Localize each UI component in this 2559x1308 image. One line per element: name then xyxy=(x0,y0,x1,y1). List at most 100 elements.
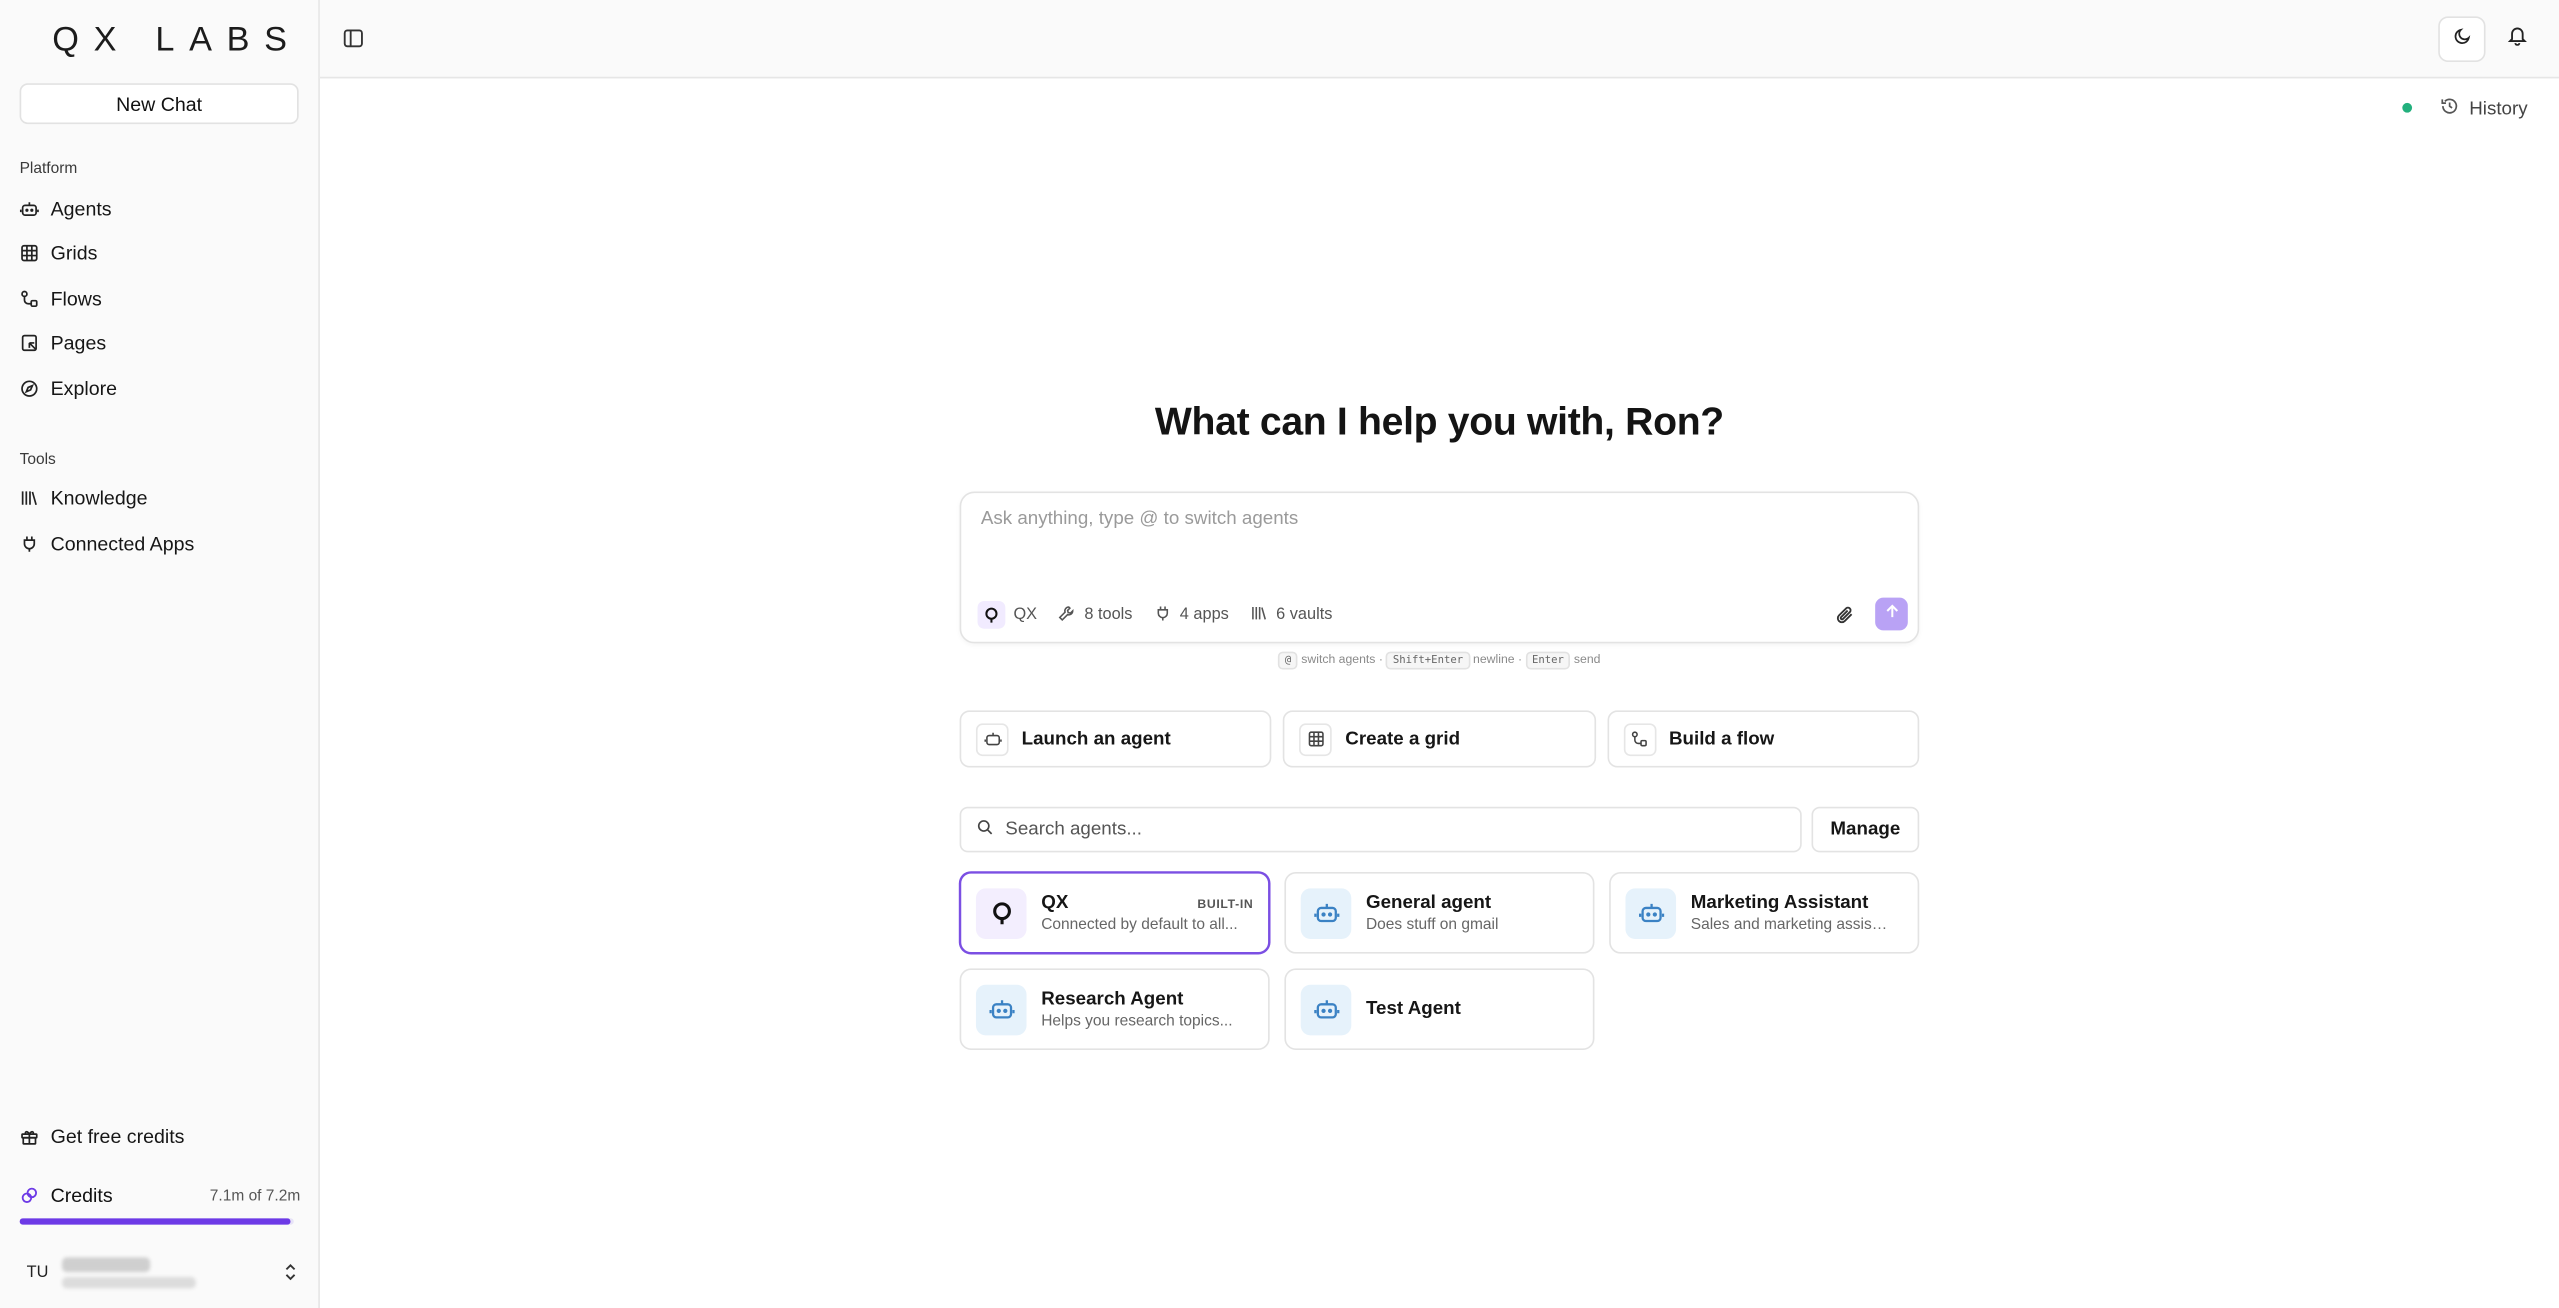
agent-name: Research Agent xyxy=(1041,988,1184,1009)
sidebar-item-label: Connected Apps xyxy=(50,532,195,556)
build-flow-button[interactable]: Build a flow xyxy=(1606,710,1920,768)
moon-icon xyxy=(2452,24,2472,53)
vaults-chip[interactable]: 6 vaults xyxy=(1250,603,1332,626)
robot-icon xyxy=(1625,887,1677,939)
chat-input[interactable] xyxy=(980,509,1797,530)
get-free-credits-label: Get free credits xyxy=(50,1125,185,1148)
apps-chip[interactable]: 4 apps xyxy=(1154,603,1229,626)
plug-icon xyxy=(1154,603,1172,626)
keyboard-hint: @ switch agents · Shift+Enter newline · … xyxy=(960,651,1920,670)
agent-name: Marketing Assistant xyxy=(1690,892,1869,913)
vaults-chip-label: 6 vaults xyxy=(1276,605,1333,624)
history-label: History xyxy=(2469,98,2528,119)
sidebar-item-knowledge[interactable]: Knowledge xyxy=(20,480,301,516)
robot-icon xyxy=(975,722,1009,756)
agent-card-marketing[interactable]: Marketing Assistant Sales and marketing … xyxy=(1609,872,1920,954)
send-button[interactable] xyxy=(1875,597,1908,631)
agent-name: General agent xyxy=(1365,892,1492,913)
credits-progress-fill xyxy=(19,1218,290,1225)
arrow-up-icon xyxy=(1883,599,1901,628)
sidebar-item-label: Pages xyxy=(50,331,107,355)
flow-icon xyxy=(20,289,40,309)
kbd-at: @ xyxy=(1278,651,1298,670)
sidebar-item-pages[interactable]: Pages xyxy=(20,325,301,361)
wrench-icon xyxy=(1058,603,1076,626)
library-icon xyxy=(20,488,40,508)
agent-description: Sales and marketing assistant xyxy=(1690,915,1890,934)
apps-chip-label: 4 apps xyxy=(1179,605,1229,624)
sidebar: QX LABS New Chat Platform Agents Grids F… xyxy=(0,0,320,1308)
page-title: What can I help you with, Ron? xyxy=(1154,400,1724,445)
get-free-credits-link[interactable]: Get free credits xyxy=(20,1119,301,1155)
sidebar-item-label: Grids xyxy=(50,241,98,265)
credits-amount: 7.1m of 7.2m xyxy=(209,1186,301,1205)
chat-composer: QX 8 tools 4 apps xyxy=(959,491,1920,644)
plug-icon xyxy=(20,534,40,554)
sidebar-item-label: Explore xyxy=(50,377,117,401)
main-area: History What can I help you with, Ron? Q… xyxy=(320,78,2559,1308)
agent-card-general[interactable]: General agent Does stuff on gmail xyxy=(1284,872,1595,954)
agent-description: Connected by default to all... xyxy=(1041,915,1238,934)
flow-icon xyxy=(1623,722,1656,756)
hint-send: send xyxy=(1573,651,1601,667)
quick-action-label: Launch an agent xyxy=(1021,729,1171,749)
robot-icon xyxy=(1300,887,1352,939)
sidebar-item-agents[interactable]: Agents xyxy=(19,191,301,227)
manage-button[interactable]: Manage xyxy=(1811,806,1920,853)
sidebar-item-label: Agents xyxy=(50,197,112,221)
library-icon xyxy=(1250,603,1268,626)
status-indicator xyxy=(2402,102,2413,113)
logo: QX LABS xyxy=(52,21,302,59)
compass-icon xyxy=(20,379,40,399)
agent-card-research[interactable]: Research Agent Helps you research topics… xyxy=(959,968,1270,1051)
section-label-tools: Tools xyxy=(19,450,56,469)
chevron-up-down-icon xyxy=(281,1261,301,1284)
agent-name: Test Agent xyxy=(1365,999,1461,1019)
kbd-shift-enter: Shift+Enter xyxy=(1386,651,1470,670)
grid-icon xyxy=(20,243,40,263)
credits-icon xyxy=(20,1186,40,1206)
user-info-redacted xyxy=(62,1256,196,1288)
quick-action-label: Create a grid xyxy=(1345,729,1461,749)
avatar: TU xyxy=(26,1263,49,1282)
grid-icon xyxy=(1299,722,1333,756)
sidebar-item-label: Flows xyxy=(50,287,102,311)
history-button[interactable]: History xyxy=(2440,96,2528,120)
new-chat-button[interactable]: New Chat xyxy=(19,83,299,125)
sidebar-item-grids[interactable]: Grids xyxy=(20,235,301,271)
tools-chip[interactable]: 8 tools xyxy=(1058,603,1132,626)
agent-search xyxy=(959,806,1802,853)
hint-switch: switch agents · xyxy=(1301,651,1383,667)
kbd-enter: Enter xyxy=(1525,651,1571,670)
credits-label: Credits xyxy=(50,1183,113,1207)
agent-card-qx[interactable]: QX Connected by default to all... BUILT-… xyxy=(959,872,1270,954)
create-grid-button[interactable]: Create a grid xyxy=(1283,710,1596,768)
agent-chip[interactable]: QX xyxy=(977,600,1037,629)
theme-toggle-button[interactable] xyxy=(2438,16,2486,63)
section-label-platform: Platform xyxy=(19,160,78,178)
qx-logo-icon xyxy=(977,600,1006,629)
sidebar-item-explore[interactable]: Explore xyxy=(20,371,301,407)
user-menu[interactable]: TU xyxy=(20,1251,301,1293)
agent-card-test[interactable]: Test Agent xyxy=(1284,968,1595,1051)
sidebar-item-flows[interactable]: Flows xyxy=(20,281,301,317)
history-icon xyxy=(2440,96,2469,120)
top-bar xyxy=(319,0,2559,79)
search-input[interactable] xyxy=(1005,819,1757,840)
sidebar-item-connected-apps[interactable]: Connected Apps xyxy=(20,526,301,562)
credits-row[interactable]: Credits 7.1m of 7.2m xyxy=(20,1183,301,1207)
paperclip-icon[interactable] xyxy=(1834,604,1855,625)
bell-icon xyxy=(2507,24,2528,53)
composer-context-chips: QX 8 tools 4 apps 6 vaults xyxy=(977,600,1332,629)
built-in-badge: BUILT-IN xyxy=(1197,896,1254,912)
robot-icon xyxy=(975,983,1027,1035)
notifications-button[interactable] xyxy=(2494,16,2541,62)
qx-logo-icon xyxy=(975,887,1027,939)
agent-description: Does stuff on gmail xyxy=(1365,915,1499,934)
launch-agent-button[interactable]: Launch an agent xyxy=(959,710,1272,768)
hint-newline: newline · xyxy=(1473,651,1523,667)
sidebar-item-label: Knowledge xyxy=(50,486,148,510)
sidebar-toggle-icon[interactable] xyxy=(343,28,364,49)
agent-search-row: Manage xyxy=(959,806,1920,853)
gift-icon xyxy=(20,1127,40,1147)
